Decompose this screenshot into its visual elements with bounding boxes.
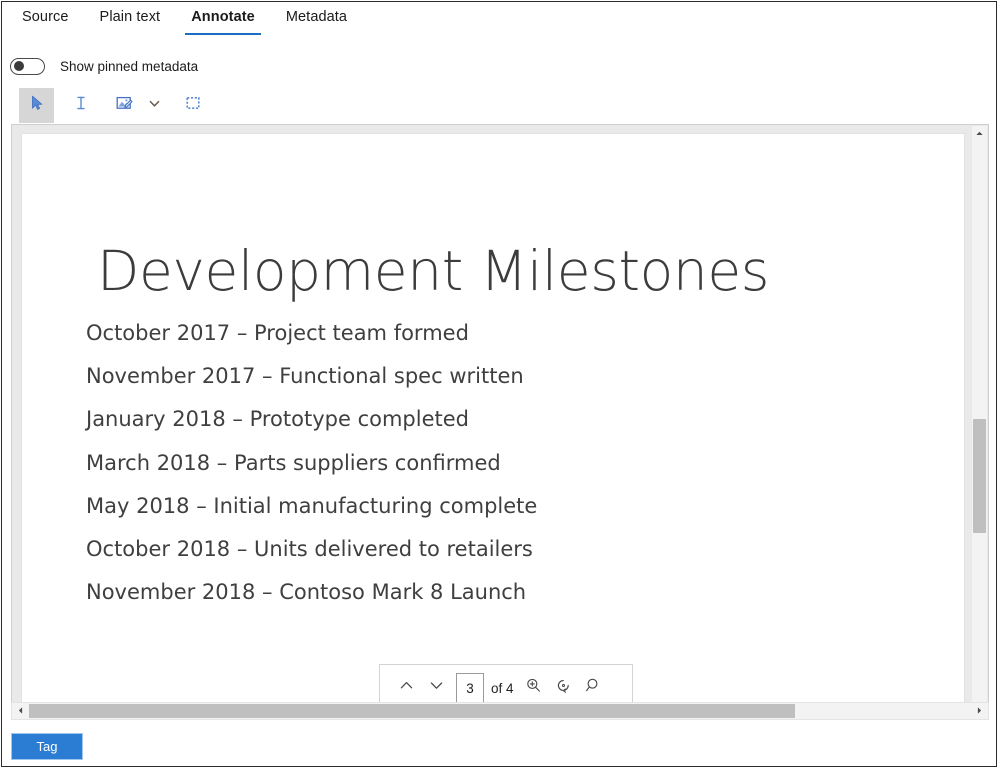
text-cursor-icon [72,94,90,117]
slide-line: May 2018 – Initial manufacturing complet… [86,485,944,528]
vertical-scrollbar[interactable] [972,126,987,703]
chevron-down-icon [148,97,161,115]
slide-line: January 2018 – Prototype completed [86,398,944,441]
annotation-window: Source Plain text Annotate Metadata Show… [1,1,997,767]
tab-strip: Source Plain text Annotate Metadata [2,2,996,39]
zoom-in-icon [524,676,543,700]
tab-annotate-label: Annotate [191,9,255,25]
tab-plain-text[interactable]: Plain text [91,2,170,35]
tag-button[interactable]: Tag [11,733,83,760]
region-select-tool[interactable] [175,88,210,123]
slide-line: March 2018 – Parts suppliers confirmed [86,442,944,485]
caret-right-icon [975,702,984,720]
show-pinned-metadata-label: Show pinned metadata [60,59,198,74]
slide-body: October 2017 – Project team formed Novem… [86,312,944,614]
horizontal-scrollbar-thumb[interactable] [29,704,795,718]
page-number-input[interactable] [456,673,484,704]
footer-bar: Tag [2,725,996,768]
tab-source-label: Source [22,9,69,25]
image-annotation-tool[interactable] [107,88,142,123]
select-pointer-tool[interactable] [19,88,54,123]
scroll-up-button[interactable] [972,127,987,141]
show-pinned-metadata-toggle[interactable] [10,58,45,75]
next-page-button[interactable] [421,671,451,704]
slide-line: November 2017 – Functional spec written [86,355,944,398]
search-icon [584,676,603,700]
slide-line: October 2018 – Units delivered to retail… [86,528,944,571]
image-stamp-icon [115,94,134,118]
slide-line: November 2018 – Contoso Mark 8 Launch [86,571,944,614]
tab-annotate[interactable]: Annotate [182,2,264,35]
tab-plain-text-label: Plain text [100,9,161,25]
toggle-knob [14,61,24,71]
chevron-up-icon [397,676,416,700]
slide-line: October 2017 – Project team formed [86,312,944,355]
scroll-left-button[interactable] [13,703,28,719]
document-page[interactable]: Development Milestones October 2017 – Pr… [21,133,965,704]
rotate-icon [554,676,573,700]
previous-page-button[interactable] [391,671,421,704]
tab-metadata-label: Metadata [286,9,347,25]
page-navigation-bar: of 4 [379,664,633,704]
caret-up-icon [975,125,984,143]
text-annotation-tool[interactable] [63,88,98,123]
tab-source[interactable]: Source [13,2,78,35]
pinned-metadata-row: Show pinned metadata [2,53,198,79]
zoom-in-button[interactable] [519,671,549,704]
document-viewer: Development Milestones October 2017 – Pr… [11,124,989,705]
scroll-right-button[interactable] [972,703,987,719]
image-annotation-dropdown[interactable] [142,88,166,123]
horizontal-scrollbar[interactable] [11,702,989,720]
caret-left-icon [16,702,25,720]
vertical-scrollbar-thumb[interactable] [973,419,986,533]
slide-title: Development Milestones [97,239,769,303]
rotate-button[interactable] [549,671,579,704]
cursor-arrow-icon [28,94,46,117]
search-button[interactable] [579,671,609,704]
tab-metadata[interactable]: Metadata [277,2,356,35]
chevron-down-icon [427,676,446,700]
annotation-toolbar [19,88,210,123]
page-total-label: of 4 [491,681,514,696]
dashed-rectangle-icon [184,94,202,117]
